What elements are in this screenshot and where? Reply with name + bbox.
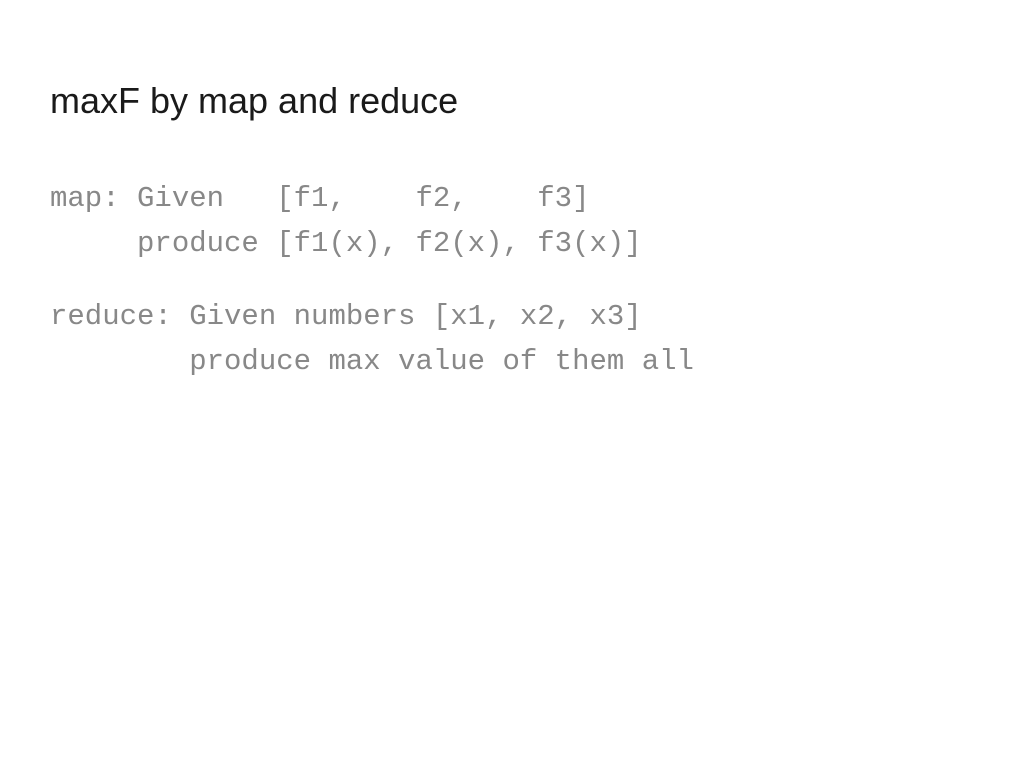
map-section: map: Given [f1, f2, f3] produce [f1(x), … [50,177,974,267]
reduce-section: reduce: Given numbers [x1, x2, x3] produ… [50,295,974,385]
reduce-given-line: reduce: Given numbers [x1, x2, x3] [50,300,642,333]
slide-title: maxF by map and reduce [50,80,974,122]
map-produce-line: produce [f1(x), f2(x), f3(x)] [50,227,642,260]
map-given-line: map: Given [f1, f2, f3] [50,182,590,215]
reduce-produce-line: produce max value of them all [50,345,694,378]
